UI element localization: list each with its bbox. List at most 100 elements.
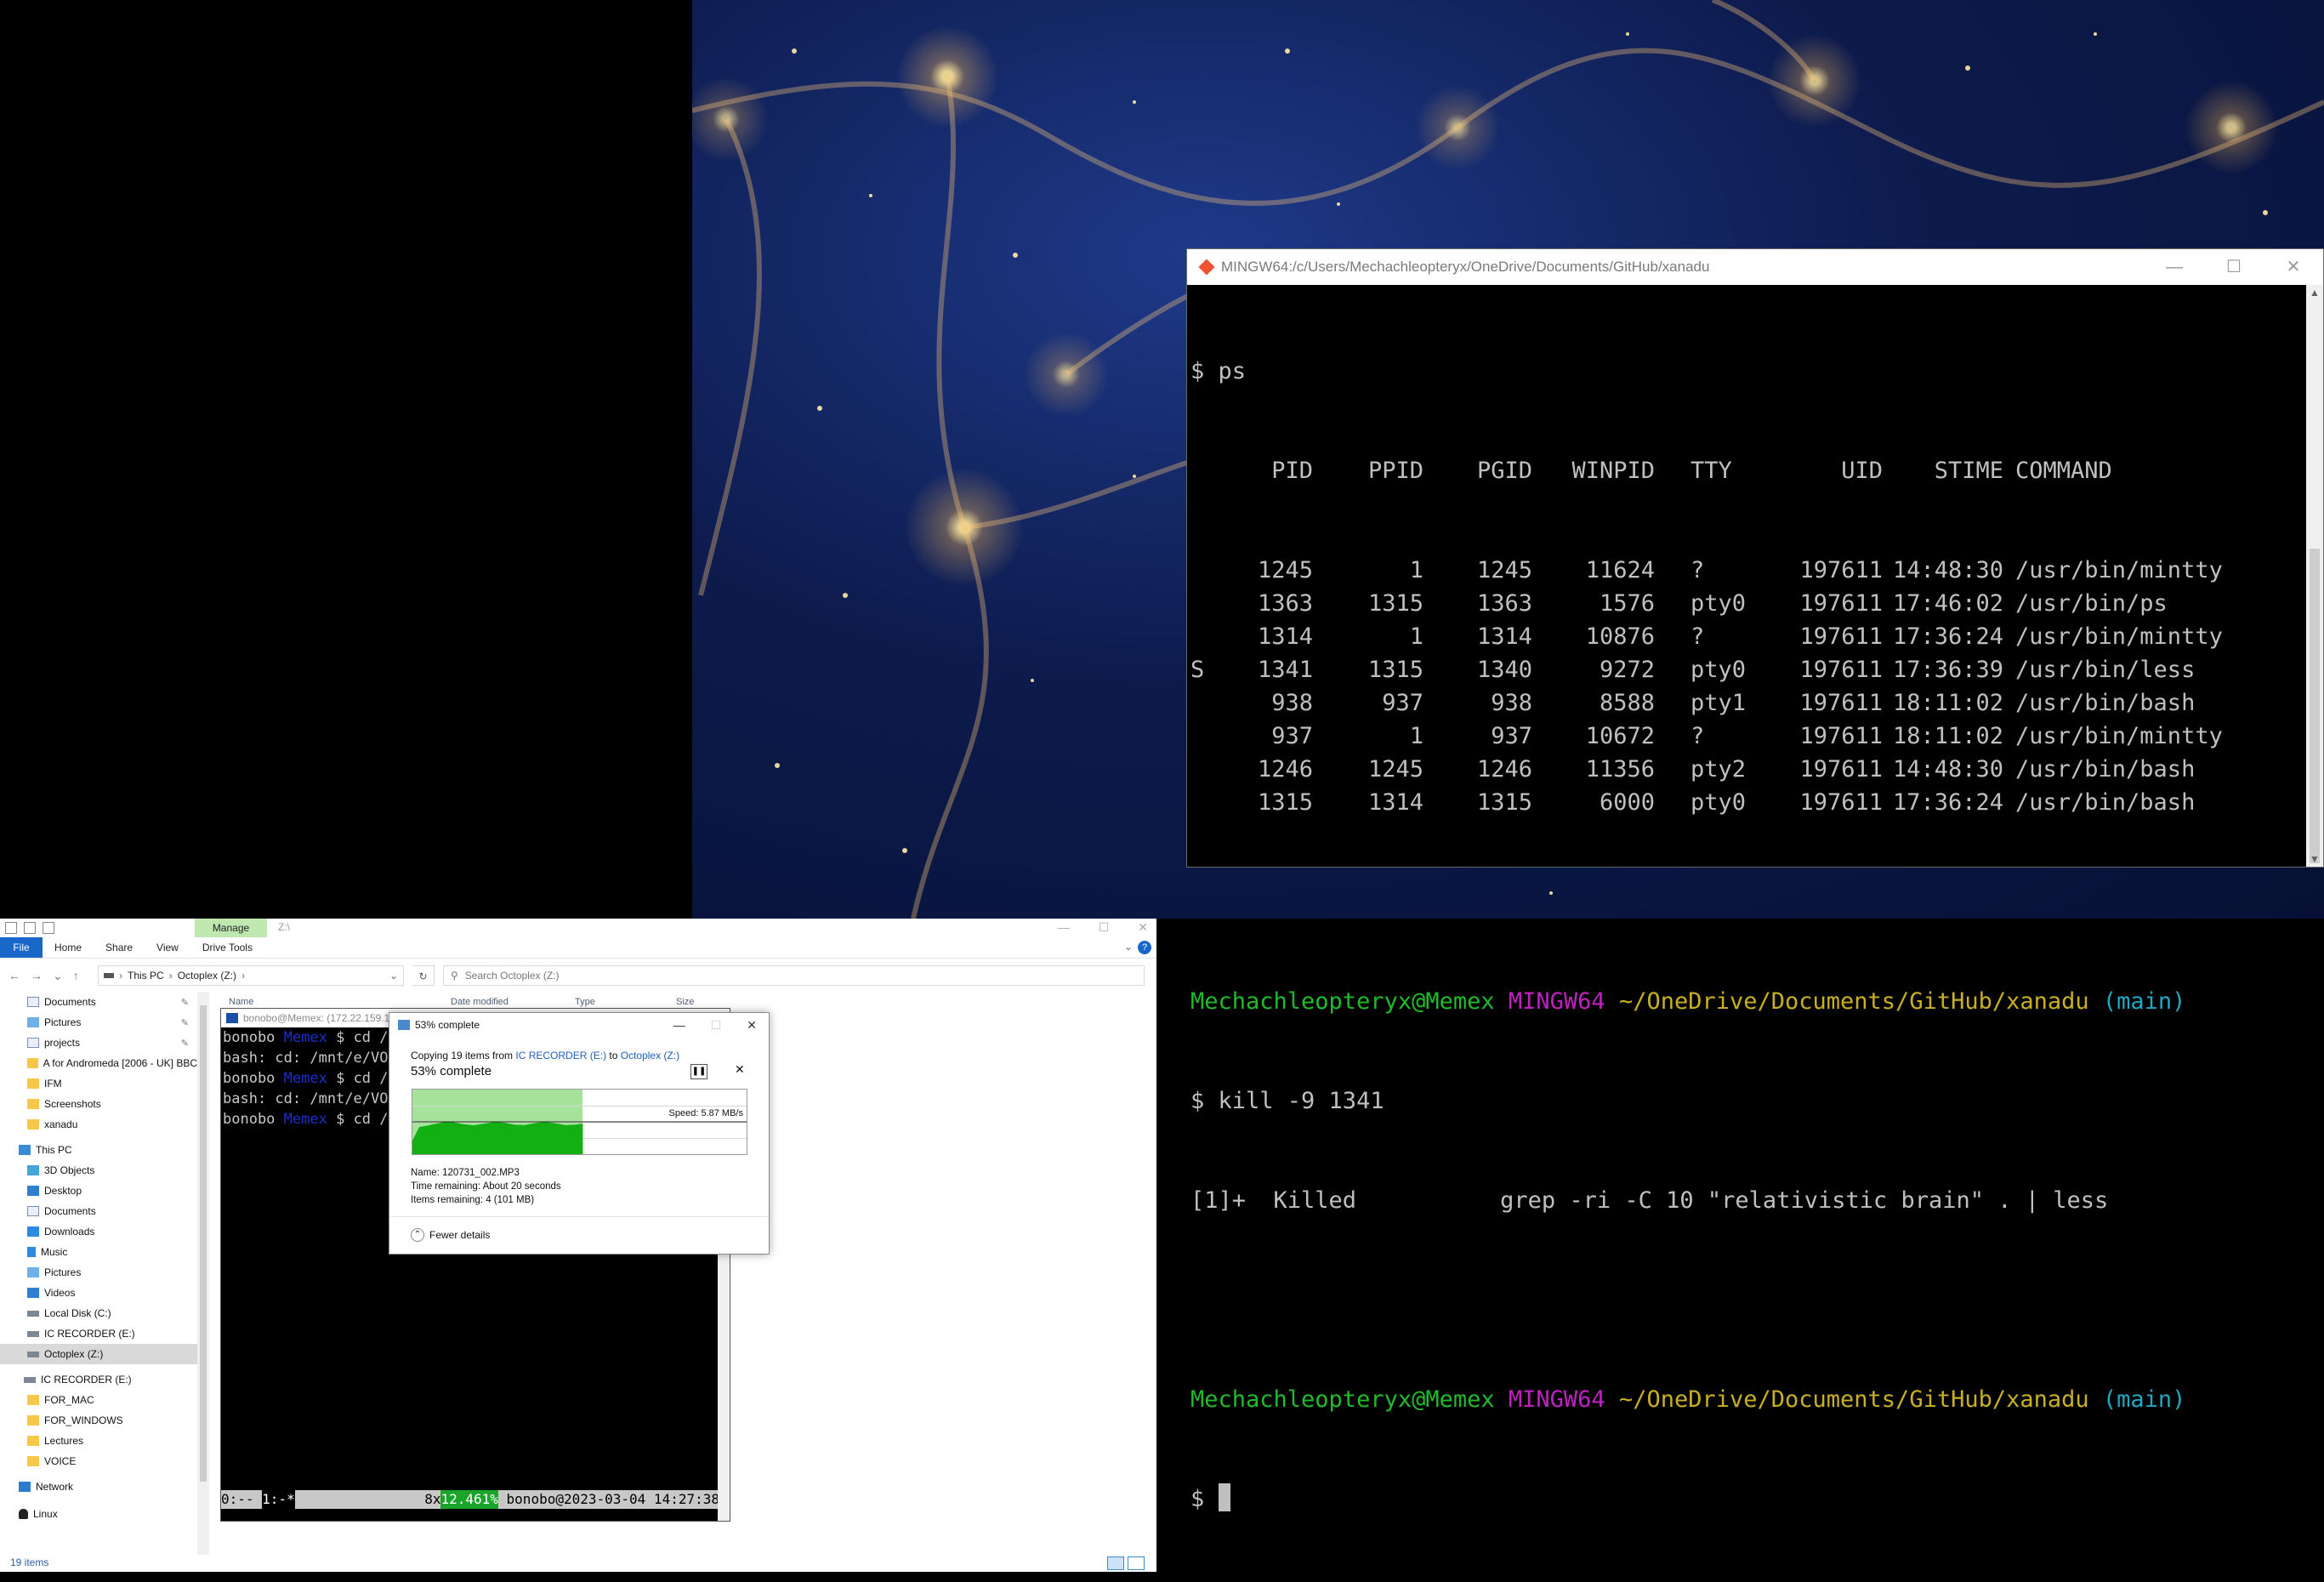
back-icon[interactable]: ← [9,969,20,983]
column-date-modified[interactable]: Date modified [451,997,509,1007]
scroll-up-icon[interactable]: ▲ [2306,287,2323,299]
fewer-details-button[interactable]: ⌃ Fewer details [411,1228,490,1242]
maximize-button[interactable]: ☐ [1099,920,1110,935]
minimize-button[interactable]: — [673,1018,685,1033]
nav-item[interactable]: A for Andromeda [2006 - UK] BBC [0,1053,197,1073]
drive-icon [27,1310,39,1317]
nav-item[interactable]: Desktop [0,1181,197,1201]
nav-linux[interactable]: Linux [0,1504,197,1524]
ps-header-row: PID PPID PGID WINPID TTY UID STIME COMMA… [1271,458,2112,484]
nav-item[interactable]: Pictures [0,1262,197,1283]
mintty-window[interactable]: MINGW64:/c/Users/Mechachleopteryx/OneDri… [1186,248,2324,1512]
progress-heading: 53% complete [411,1064,492,1078]
tab-home[interactable]: Home [43,942,94,953]
input-line[interactable]: $ [1190,1482,2303,1516]
nav-item[interactable]: Pictures ✎ [0,1012,197,1033]
ps-cell-pgid: 938 [1491,690,1532,716]
ps-cell-tty: ? [1690,623,1705,650]
nav-item[interactable]: FOR_MAC [0,1390,197,1410]
nav-item[interactable]: Lectures [0,1431,197,1451]
close-button[interactable]: ✕ [1138,920,1148,935]
scroll-thumb[interactable] [2310,549,2320,863]
tab-view[interactable]: View [145,942,190,953]
tab-file[interactable]: File [0,937,43,958]
quick-access-icon[interactable] [5,922,17,934]
cancel-copy-button[interactable]: ✕ [735,1062,745,1077]
source-link[interactable]: IC RECORDER (E:) [515,1050,606,1061]
help-icon[interactable]: ? [1138,941,1151,954]
ps-cell-ppid: 937 [1382,690,1423,716]
forward-icon[interactable]: → [31,969,43,983]
nav-item[interactable]: Octoplex (Z:) [0,1344,197,1364]
nav-item[interactable]: VOICE [0,1451,197,1471]
column-name[interactable]: Name [229,997,253,1007]
pause-button[interactable]: ❚❚ [690,1064,707,1079]
destination-link[interactable]: Octoplex (Z:) [621,1050,679,1061]
expand-ribbon-icon[interactable]: ⌄ [1124,941,1133,953]
nav-item[interactable]: Music [0,1242,197,1262]
breadcrumb-octoplex[interactable]: Octoplex (Z:) [178,970,236,982]
mintty-scrollbar[interactable]: ▲ ▼ [2306,285,2323,867]
column-size[interactable]: Size [676,997,694,1007]
close-button[interactable]: ✕ [2264,249,2323,285]
nav-item[interactable]: IFM [0,1073,197,1094]
large-icons-view-icon[interactable] [1128,1556,1145,1570]
copy-progress-dialog[interactable]: 53% complete — ☐ ✕ Copying 19 items from… [389,1012,770,1255]
nav-pane-scrollbar[interactable] [197,992,209,1555]
nav-ic-recorder[interactable]: IC RECORDER (E:) [0,1369,197,1390]
ps-cell-s [1190,720,1228,753]
time-remaining: Time remaining: About 20 seconds [411,1181,561,1192]
ps-cell-uid: 197611 [1799,557,1883,583]
nav-item[interactable]: Documents [0,1201,197,1221]
nav-item[interactable]: FOR_WINDOWS [0,1410,197,1431]
nav-item[interactable]: Screenshots [0,1094,197,1114]
terminal-command-line: $ ps [1190,358,1247,384]
explorer-titlebar[interactable]: Manage Z:\ — ☐ ✕ [0,919,1156,937]
search-input[interactable]: ⚲ Search Octoplex (Z:) [443,965,1145,986]
nav-item[interactable]: Videos [0,1283,197,1303]
nav-item[interactable]: Documents ✎ [0,992,197,1012]
ps-cell-pid: 1363 [1257,590,1313,617]
mintty-titlebar[interactable]: MINGW64:/c/Users/Mechachleopteryx/OneDri… [1187,249,2323,285]
chevron-down-icon[interactable]: ⌄ [389,970,398,982]
tab-share[interactable]: Share [94,942,145,953]
address-bar[interactable]: › This PC › Octoplex (Z:) › ⌄ [98,965,404,986]
dialog-titlebar[interactable]: 53% complete — ☐ ✕ [389,1013,769,1037]
nav-item[interactable]: IC RECORDER (E:) [0,1323,197,1344]
nav-item[interactable]: projects ✎ [0,1033,197,1053]
new-folder-icon[interactable] [43,922,54,934]
nav-this-pc[interactable]: This PC [0,1140,197,1160]
close-button[interactable]: ✕ [747,1018,757,1033]
tab-drive-tools[interactable]: Drive Tools [190,942,264,953]
ps-cell-s [1190,686,1228,720]
tmux-cpu-count: 8x [424,1491,441,1507]
chevron-up-icon: ⌃ [411,1228,424,1242]
nav-network[interactable]: Network [0,1477,197,1497]
ps-cell-pgid: 1245 [1476,557,1532,583]
ps-process-row: 937 1 937 10672? 197611 18:11:02/usr/bin/mint… [1190,720,2303,753]
recent-locations-icon[interactable]: ⌄ [53,969,63,983]
manage-tab[interactable]: Manage [195,919,267,937]
minimize-button[interactable]: — [2145,249,2204,285]
ps-cell-winpid: 1576 [1599,590,1655,617]
column-type[interactable]: Type [575,997,595,1007]
nav-item[interactable]: Local Disk (C:) [0,1303,197,1323]
nav-item[interactable]: xanadu [0,1114,197,1135]
details-view-icon[interactable] [1107,1556,1124,1570]
downloads-icon [27,1226,39,1237]
properties-icon[interactable] [24,922,36,934]
maximize-button[interactable]: ☐ [2204,249,2264,285]
minimize-button[interactable]: — [1058,920,1070,935]
nav-item[interactable]: Downloads [0,1221,197,1242]
nav-item[interactable]: 3D Objects [0,1160,197,1181]
terminal-output[interactable]: $ ps PID PPID PGID WINPID TTY UID STIME … [1187,285,2306,1512]
status-bar: 19 items [0,1553,1156,1572]
breadcrumb-this-pc[interactable]: This PC [128,970,164,982]
copy-summary: Copying 19 items from IC RECORDER (E:) t… [411,1050,680,1061]
ps-cell-command: /usr/bin/bash [2015,789,2196,816]
refresh-button[interactable]: ↻ [412,965,435,986]
up-icon[interactable]: ↑ [73,969,79,983]
scroll-thumb[interactable] [200,1005,207,1482]
scroll-down-icon[interactable]: ▼ [2306,853,2323,865]
ps-cell-pgid: 1363 [1476,590,1532,617]
